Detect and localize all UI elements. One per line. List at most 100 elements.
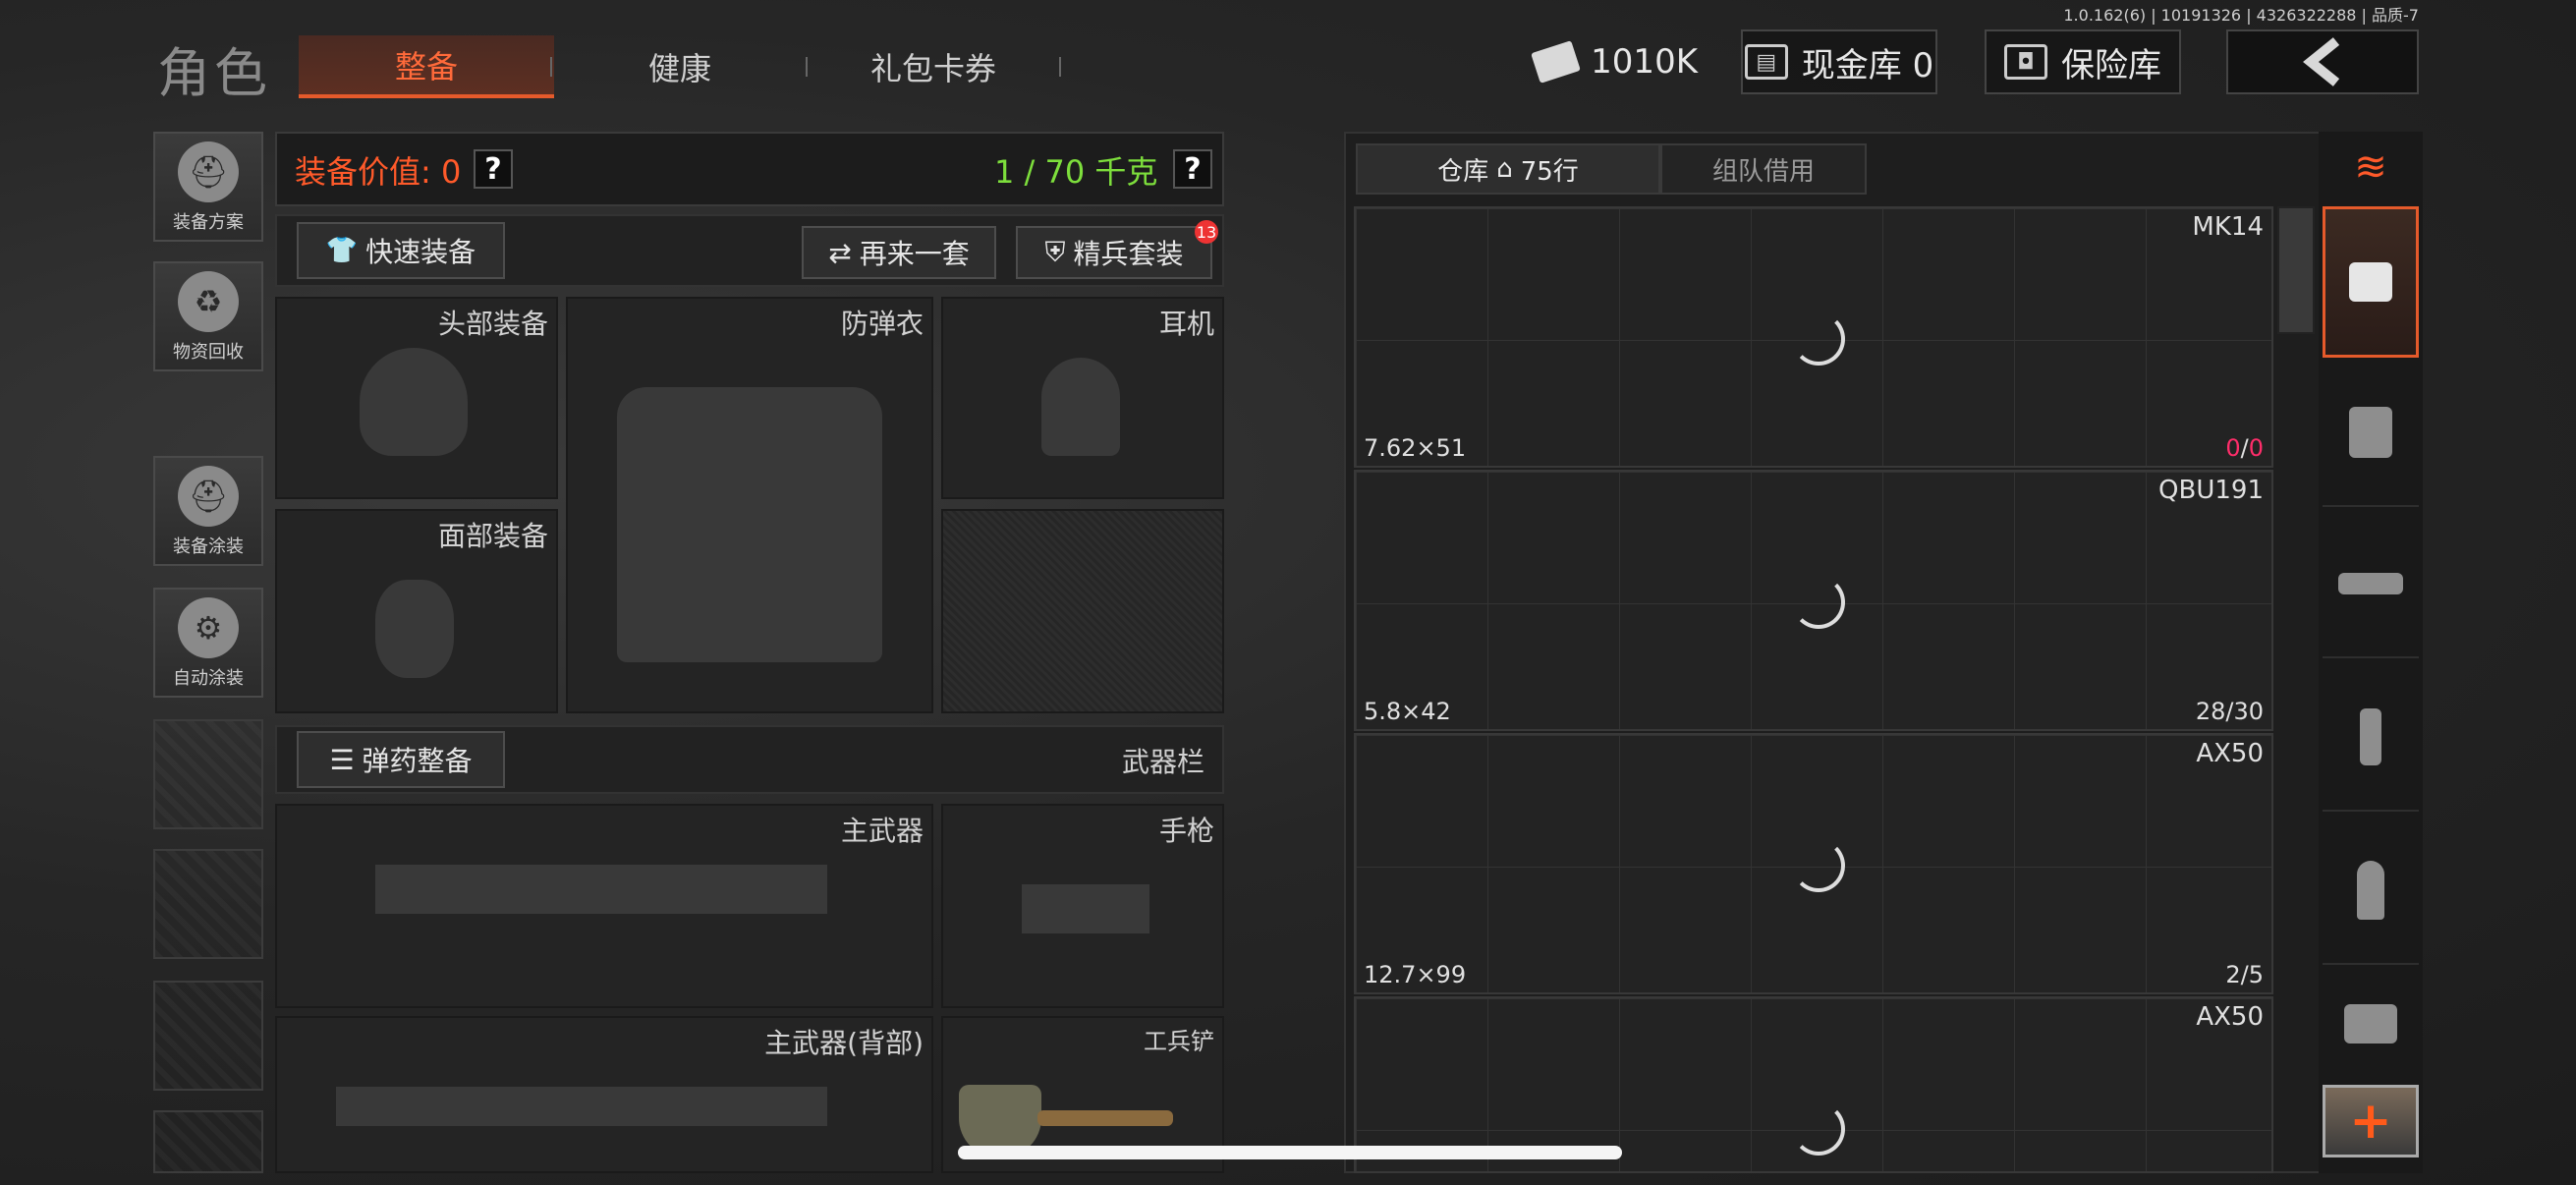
item-count: 28/30 — [2195, 698, 2264, 725]
vest-icon — [2349, 407, 2392, 458]
weight-help-icon[interactable]: ? — [1173, 149, 1212, 189]
shield-icon: ⛨ — [1044, 236, 1066, 268]
weapon-bar-label: 武器栏 — [1122, 746, 1205, 778]
stack-refresh-icon[interactable]: ≋ — [2334, 138, 2407, 197]
item-name: AX50 — [2196, 1002, 2264, 1032]
face-slot-label: 面部装备 — [437, 520, 548, 552]
safe-button[interactable]: ◘ 保险库 — [1985, 29, 2181, 94]
page-title: 角色 — [157, 42, 271, 104]
item-count: 2/5 — [2225, 961, 2264, 988]
primary-weapon-slot[interactable]: 主武器 — [275, 804, 933, 1008]
shirt-icon: 👕 — [325, 236, 359, 265]
rifle-back-icon — [336, 1087, 827, 1126]
quick-equip-label: 快速装备 — [365, 236, 476, 268]
recycle-icon: ♻ — [178, 271, 239, 332]
back-button[interactable] — [2226, 29, 2419, 94]
ammo-equip-label: 弹药整备 — [362, 745, 473, 777]
empty-side-slot — [153, 849, 263, 959]
empty-slot — [941, 509, 1224, 713]
auto-paint-button[interactable]: ⚙ 自动涂装 — [153, 588, 263, 698]
loadout-plan-label: 装备方案 — [173, 212, 244, 233]
head-slot[interactable]: 头部装备 — [275, 297, 558, 499]
quick-equip-button[interactable]: 👕 快速装备 — [297, 222, 505, 279]
scope-icon — [2344, 1004, 2397, 1044]
category-all[interactable] — [2323, 206, 2419, 358]
refresh-icon: ⇄ — [828, 236, 852, 269]
add-button[interactable]: + — [2323, 1085, 2419, 1157]
tab-health[interactable]: 健康 — [552, 35, 808, 98]
earphone-slot[interactable]: 耳机 — [941, 297, 1224, 499]
empty-side-slot — [153, 981, 263, 1091]
primary-weapon-label: 主武器 — [840, 815, 924, 847]
category-ammo[interactable] — [2323, 818, 2419, 965]
loading-spinner-icon — [1792, 312, 1845, 366]
warehouse-rows: 75行 — [1520, 156, 1579, 187]
warehouse-tab-label: 仓库 — [1437, 156, 1489, 187]
home-indicator — [958, 1146, 1622, 1159]
tab-gift-coupons[interactable]: 礼包卡券 — [806, 35, 1061, 98]
loading-spinner-icon — [1792, 576, 1845, 629]
tab-warehouse[interactable]: 仓库 ⌂ 75行 — [1356, 143, 1660, 195]
ammo-stack-icon: ☰ — [329, 743, 355, 776]
ammo-count-max: 0 — [2248, 434, 2264, 462]
ammo-count-current: 0 — [2225, 434, 2241, 462]
cash-vault-button[interactable]: ▤ 现金库 0 — [1741, 29, 1937, 94]
elite-kit-button[interactable]: ⛨ 精兵套装 — [1016, 226, 1212, 279]
ammo-equip-button[interactable]: ☰ 弹药整备 — [297, 731, 505, 788]
brush-gear-icon: ⚙ — [178, 597, 239, 658]
loadout-plan-button[interactable]: ⛑ 装备方案 — [153, 132, 263, 242]
item-caliber: 5.8×42 — [1364, 698, 1451, 725]
empty-side-slot — [153, 719, 263, 829]
equip-paint-label: 装备涂装 — [173, 536, 244, 557]
elite-kit-badge: 13 — [1195, 220, 1218, 244]
mask-icon — [375, 580, 454, 678]
pistol-slot[interactable]: 手枪 — [941, 804, 1224, 1008]
version-info: 1.0.162(6) | 10191326 | 4326322288 | 品质-… — [2063, 6, 2419, 25]
money-display: 1010K — [1531, 29, 1698, 94]
head-slot-label: 头部装备 — [437, 308, 548, 340]
armor-slot-label: 防弹衣 — [840, 308, 924, 340]
item-name: MK14 — [2192, 212, 2264, 242]
item-count: 0/0 — [2225, 434, 2264, 462]
armor-slot[interactable]: 防弹衣 — [566, 297, 933, 713]
category-attachments[interactable] — [2323, 969, 2419, 1079]
recycle-button[interactable]: ♻ 物资回收 — [153, 261, 263, 371]
helmet-icon — [360, 348, 468, 456]
weight-display: 1 / 70 千克 — [994, 153, 1158, 191]
item-name: AX50 — [2196, 739, 2264, 768]
back-arrow-icon — [2303, 37, 2340, 86]
tab-team-borrow[interactable]: 组队借用 — [1660, 143, 1867, 195]
loading-spinner-icon — [1792, 839, 1845, 892]
headset-icon — [1041, 358, 1120, 456]
item-name: QBU191 — [2158, 476, 2264, 505]
safe-icon: ◘ — [2004, 44, 2047, 80]
face-slot[interactable]: 面部装备 — [275, 509, 558, 713]
value-help-icon[interactable]: ? — [474, 149, 513, 189]
warehouse-scrollbar[interactable] — [2277, 206, 2315, 334]
equipment-value: 装备价值: 0 — [295, 153, 462, 191]
money-amount: 1010K — [1591, 42, 1698, 82]
warehouse-item[interactable]: QBU191 5.8×42 28/30 — [1354, 470, 2273, 731]
warehouse-item[interactable]: MK14 7.62×51 0/0 — [1354, 206, 2273, 468]
equip-list-icon — [2349, 262, 2392, 302]
category-armor[interactable] — [2323, 360, 2419, 507]
warehouse-tabs: 仓库 ⌂ 75行 组队借用 — [1356, 143, 1867, 195]
auto-paint-label: 自动涂装 — [173, 668, 244, 689]
shovel-handle — [1037, 1110, 1173, 1126]
safe-label: 保险库 — [2061, 45, 2161, 85]
tab-equip[interactable]: 整备 — [299, 35, 554, 98]
tab-divider — [1059, 57, 1061, 77]
vault-icon: ▤ — [1744, 44, 1788, 80]
category-rifle[interactable] — [2323, 511, 2419, 658]
primary-back-slot[interactable]: 主武器(背部) — [275, 1016, 933, 1173]
elite-kit-label: 精兵套装 — [1073, 238, 1184, 270]
helmet-paint-icon: ⛑ — [178, 466, 239, 527]
magazine-icon — [2360, 708, 2381, 765]
equip-paint-button[interactable]: ⛑ 装备涂装 — [153, 456, 263, 566]
item-caliber: 12.7×99 — [1364, 961, 1467, 988]
warehouse-item[interactable]: AX50 12.7×99 2/5 — [1354, 733, 2273, 994]
primary-back-label: 主武器(背部) — [764, 1027, 924, 1059]
category-magazine[interactable] — [2323, 664, 2419, 812]
vest-icon — [617, 387, 882, 662]
again-button[interactable]: ⇄ 再来一套 — [802, 226, 996, 279]
